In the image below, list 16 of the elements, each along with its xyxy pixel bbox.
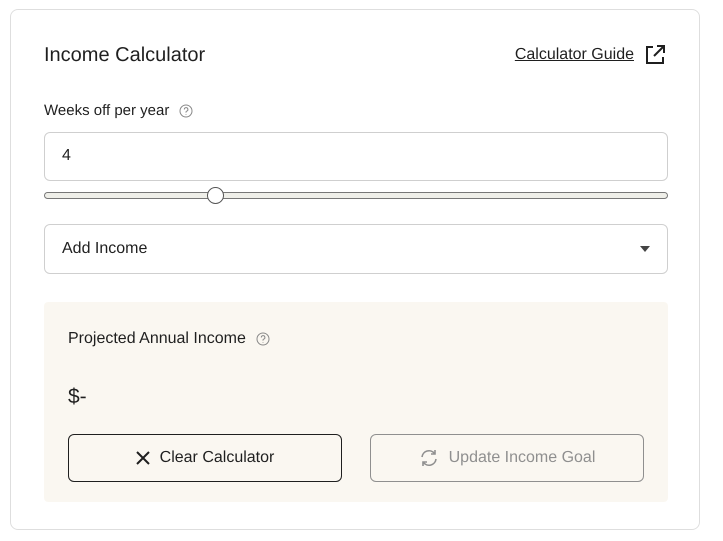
refresh-icon (418, 448, 439, 468)
close-icon (136, 451, 150, 465)
calculator-guide-link[interactable]: Calculator Guide (514, 43, 666, 67)
weeks-slider[interactable] (44, 186, 668, 204)
card-title: Income Calculator (44, 43, 206, 68)
weeks-input-field[interactable]: 4 (44, 132, 668, 180)
external-link-icon (644, 44, 666, 66)
field-label: Weeks off per year (44, 101, 170, 121)
help-icon[interactable] (256, 332, 270, 346)
help-icon[interactable] (179, 104, 194, 118)
clear-calculator-button[interactable]: Clear Calculator (68, 434, 342, 482)
add-income-dropdown[interactable]: Add Income (44, 224, 668, 274)
projection-label: Projected Annual Income (68, 328, 246, 348)
caret-icon (640, 246, 650, 252)
projected-amount: $- (68, 384, 88, 410)
slider-thumb[interactable] (206, 186, 224, 204)
